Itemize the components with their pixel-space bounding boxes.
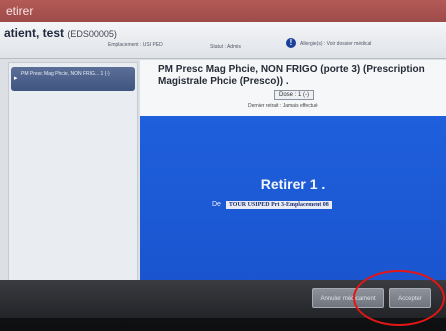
chevron-right-icon: ▸ [14, 75, 18, 82]
location-label: Emplacement : USI PED [108, 42, 163, 48]
from-label: De [212, 201, 221, 208]
patient-name: atient, test (EDS00005) [4, 26, 117, 40]
patient-name-text: atient, test [4, 26, 65, 40]
cancel-medication-button[interactable]: Annuler médicament [312, 288, 384, 308]
info-icon: ! [286, 38, 296, 48]
remove-instruction: Retirer 1 . [260, 176, 326, 192]
source-location-row: De TOUR USIPED Prt 3-Emplacement 08 [212, 201, 332, 209]
sidebar-item-label: PM Presc Mag Phcie, NON FRIG... 1 (-) [21, 71, 110, 77]
window-title: etirer [0, 0, 446, 22]
medication-list: ▸ PM Presc Mag Phcie, NON FRIG... 1 (-) [8, 62, 138, 282]
patient-header: atient, test (EDS00005) Emplacement : US… [0, 22, 446, 59]
medication-title: PM Presc Mag Phcie, NON FRIGO (porte 3) … [158, 64, 425, 87]
instruction-panel: Retirer 1 . De TOUR USIPED Prt 3-Emplace… [140, 116, 446, 280]
medication-header: PM Presc Mag Phcie, NON FRIGO (porte 3) … [140, 60, 446, 116]
allergy-label: Allergie(s) : Voir dossier médical [300, 41, 372, 47]
status-label: Statut : Admis [210, 44, 241, 50]
footer-bar: Annuler médicament Accepter [0, 280, 446, 318]
source-location: TOUR USIPED Prt 3-Emplacement 08 [225, 201, 332, 209]
accept-button[interactable]: Accepter [389, 288, 431, 308]
screen: etirer atient, test (EDS00005) Emplaceme… [0, 0, 446, 318]
last-removal-text: Dernier retrait : Jamais effectué [248, 103, 318, 109]
dose-badge: Dose : 1 (-) [274, 90, 315, 100]
patient-id: (EDS00005) [67, 29, 117, 39]
sidebar-item-medication[interactable]: ▸ PM Presc Mag Phcie, NON FRIG... 1 (-) [11, 67, 135, 91]
